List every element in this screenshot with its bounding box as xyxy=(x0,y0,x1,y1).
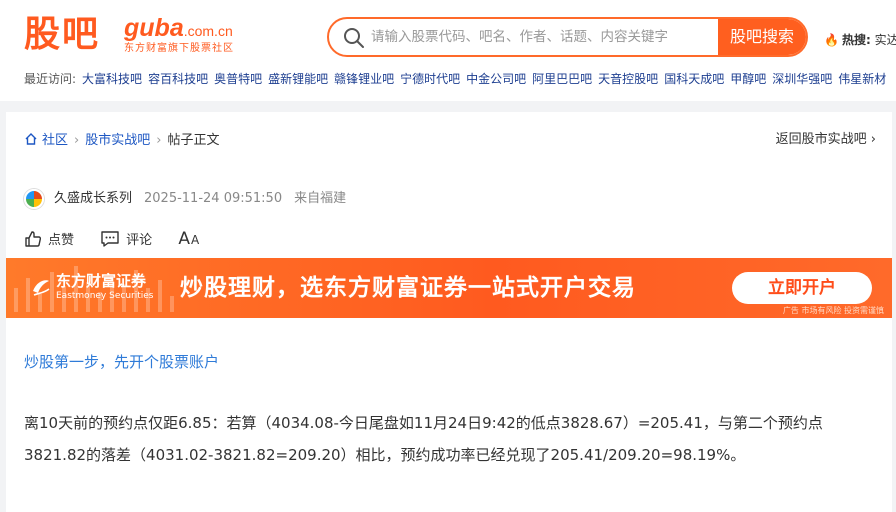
recent-item[interactable]: 赣锋锂业吧 xyxy=(334,72,394,86)
recent-label: 最近访问: xyxy=(24,72,77,86)
hot-search: 🔥 热搜: 实达 xyxy=(824,31,896,48)
like-label: 点赞 xyxy=(48,233,75,248)
breadcrumb-current: 帖子正文 xyxy=(167,133,220,148)
chevron-right-icon: › xyxy=(74,133,80,148)
chevron-right-icon: › xyxy=(870,132,876,147)
post-card: 社区 › 股市实战吧 › 帖子正文 返回股市实战吧 › 久盛成长系列 2025-11-24… xyxy=(6,112,892,512)
site-header: 股吧 guba.com.cn 东方财富旗下股票社区 股吧搜索 🔥热搜: 实达 最… xyxy=(0,0,896,101)
post-meta: 久盛成长系列 2025-11-24 09:51:50 来自福建 xyxy=(24,188,346,210)
comment-icon xyxy=(101,231,119,247)
avatar[interactable] xyxy=(24,188,44,209)
banner-slogan: 炒股理财，选东方财富证券一站式开户交易 xyxy=(180,275,636,301)
breadcrumb-forum[interactable]: 股市实战吧 xyxy=(85,133,150,148)
open-account-button[interactable]: 立即开户 xyxy=(732,272,872,304)
recent-item[interactable]: 甲醇吧 xyxy=(730,72,766,86)
hot-search-item[interactable]: 实达 xyxy=(875,33,896,47)
search-bar: 股吧搜索 xyxy=(327,17,808,57)
article-paragraph: 离10天前的预约点仅距6.85：若算（4034.08-今日尾盘如11月24日9:… xyxy=(24,414,823,432)
search-button[interactable]: 股吧搜索 xyxy=(718,19,806,55)
eastmoney-logo-icon xyxy=(33,280,50,296)
recent-item[interactable]: 盛新锂能吧 xyxy=(268,72,328,86)
recent-item[interactable]: 大富科技吧 xyxy=(82,72,142,86)
author-name[interactable]: 久盛成长系列 xyxy=(54,191,132,206)
open-account-link[interactable]: 炒股第一步，先开个股票账户 xyxy=(24,352,219,372)
recent-item[interactable]: 奥普特吧 xyxy=(214,72,262,86)
hot-search-label: 热搜: xyxy=(841,33,871,47)
comment-button[interactable]: 评论 xyxy=(100,230,152,252)
chevron-right-icon: › xyxy=(156,133,162,148)
recent-item[interactable]: 伟星新材 xyxy=(838,72,886,86)
font-size-toggle[interactable]: AA xyxy=(178,228,200,251)
eastmoney-securities-logo: 东方财富证券 Eastmoney Securities xyxy=(30,272,153,302)
recent-item[interactable]: 宁德时代吧 xyxy=(400,72,460,86)
recent-item[interactable]: 国科天成吧 xyxy=(664,72,724,86)
breadcrumb: 社区 › 股市实战吧 › 帖子正文 xyxy=(24,132,219,149)
guba-logo[interactable]: 股吧 xyxy=(24,10,100,60)
recent-item[interactable]: 天音控股吧 xyxy=(598,72,658,86)
post-location: 来自福建 xyxy=(294,191,347,206)
logo-en-text: guba xyxy=(124,14,184,42)
search-input[interactable] xyxy=(371,19,716,55)
font-size-small-glyph: A xyxy=(190,233,201,247)
recent-item[interactable]: 阿里巴巴吧 xyxy=(532,72,592,86)
recent-visits: 最近访问: 大富科技吧 容百科技吧 奥普特吧 盛新锂能吧 赣锋锂业吧 宁德时代吧 中金公司吧阿… xyxy=(24,71,886,87)
recent-item[interactable]: 容百科技吧 xyxy=(148,72,208,86)
thumbs-up-icon xyxy=(25,231,42,247)
comment-label: 评论 xyxy=(126,233,153,248)
font-size-large-glyph: A xyxy=(178,229,191,249)
recent-item[interactable]: 深圳华强吧 xyxy=(772,72,832,86)
article-paragraph: 3821.82的落差（4031.02-3821.82=209.20）相比，预约成… xyxy=(24,446,746,464)
fire-icon: 🔥 xyxy=(824,33,839,47)
back-link-label: 返回股市实战吧 xyxy=(775,132,867,147)
guba-logo-text[interactable]: guba.com.cn xyxy=(124,14,233,45)
ad-disclaimer: 广告 市场有风险 投资需谨慎 xyxy=(782,306,884,315)
home-icon xyxy=(25,133,37,145)
back-to-forum-link[interactable]: 返回股市实战吧 › xyxy=(776,132,876,148)
ad-banner[interactable]: 东方财富证券 Eastmoney Securities 炒股理财，选东方财富证券… xyxy=(6,258,892,318)
post-time: 2025-11-24 09:51:50 xyxy=(144,191,283,206)
breadcrumb-community[interactable]: 社区 xyxy=(42,133,68,148)
logo-domain-text: .com.cn xyxy=(183,23,233,39)
logo-subtitle: 东方财富旗下股票社区 xyxy=(124,43,234,54)
search-icon xyxy=(344,28,364,48)
recent-item[interactable]: 中金公司吧 xyxy=(466,72,526,86)
like-button[interactable]: 点赞 xyxy=(24,230,74,252)
post-actions: 点赞 评论 AA xyxy=(24,228,222,250)
